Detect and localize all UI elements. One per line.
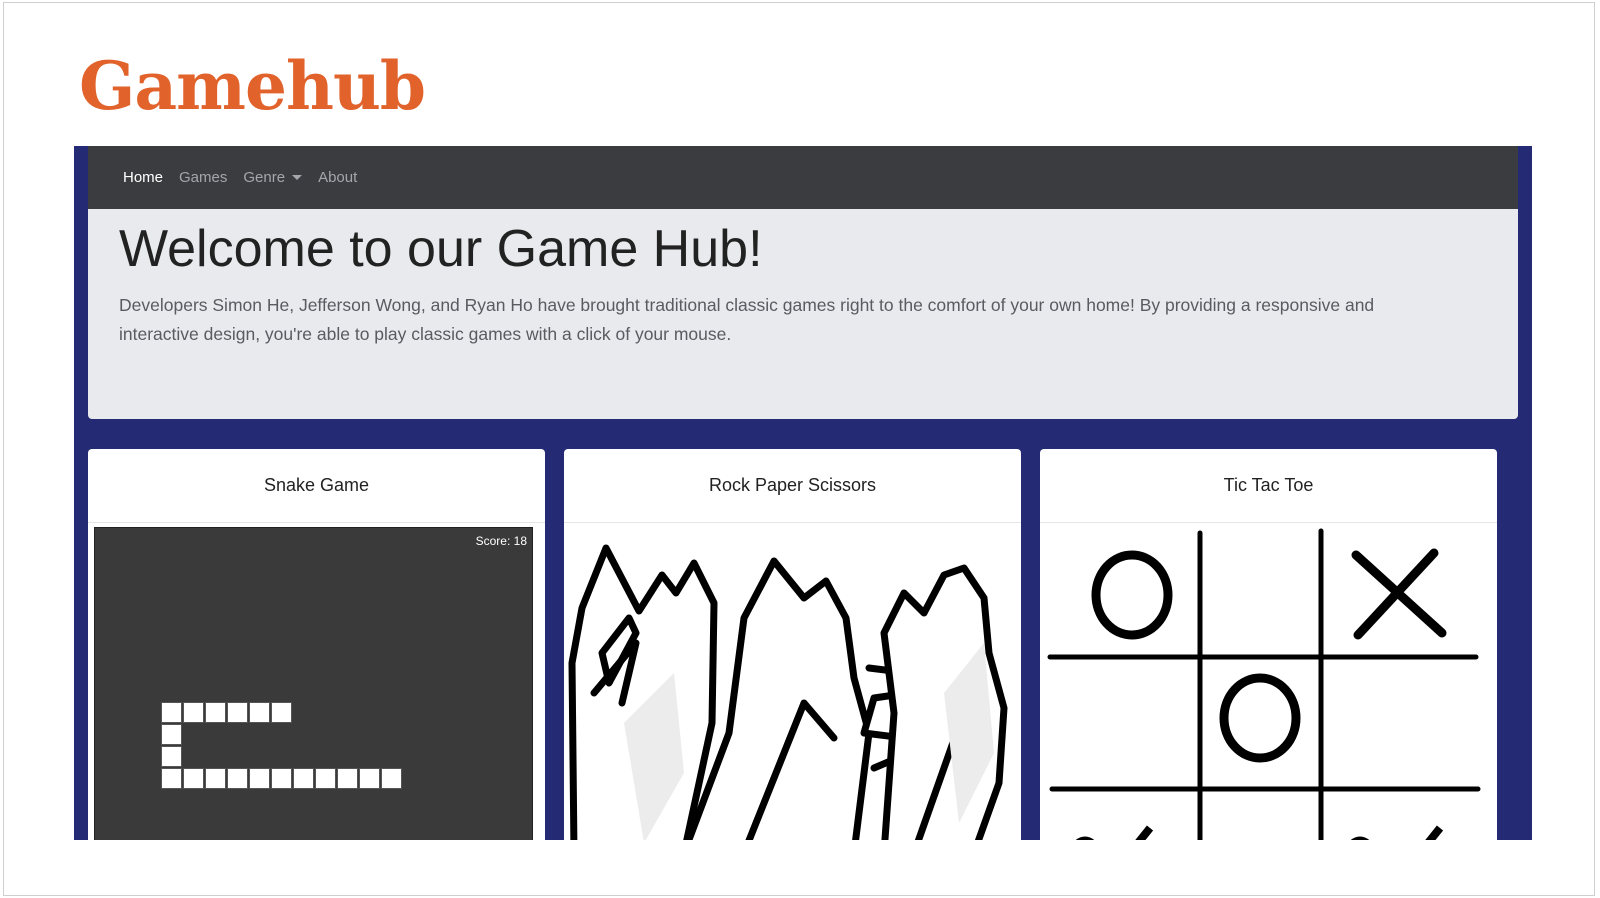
- snake-segment: [183, 702, 204, 723]
- nav-games[interactable]: Games: [179, 169, 227, 186]
- snake-segment: [381, 768, 402, 789]
- snake-segment: [205, 702, 226, 723]
- snake-segment: [227, 702, 248, 723]
- snake-segment: [205, 768, 226, 789]
- snake-segment: [161, 702, 182, 723]
- tic-tac-toe-board: [1047, 528, 1481, 840]
- snake-segment: [359, 768, 380, 789]
- snake-board: Score: 18: [94, 527, 533, 840]
- card-title: Rock Paper Scissors: [564, 449, 1021, 523]
- hero-description: Developers Simon He, Jefferson Wong, and…: [119, 295, 1375, 344]
- hero-title: Welcome to our Game Hub!: [119, 220, 763, 278]
- snake-segment: [161, 746, 182, 767]
- card-title: Snake Game: [88, 449, 545, 523]
- card-title: Tic Tac Toe: [1040, 449, 1497, 523]
- snake-segment: [161, 768, 182, 789]
- snake-segment: [293, 768, 314, 789]
- card-image: [564, 523, 1021, 840]
- hands-illustration: [568, 544, 1008, 840]
- snake-segment: [249, 768, 270, 789]
- snake-segment: [227, 768, 248, 789]
- hero-banner: Welcome to our Game Hub! Developers Simo…: [88, 209, 1518, 419]
- card-image: [1040, 523, 1497, 840]
- slide: Gamehub Home Games Genre About Welcome t…: [3, 2, 1595, 896]
- snake-segment: [249, 702, 270, 723]
- nav-genre-label: Genre: [243, 169, 286, 186]
- nav-genre-dropdown[interactable]: Genre: [243, 169, 303, 186]
- website-screenshot: Home Games Genre About Welcome to our Ga…: [74, 146, 1532, 840]
- nav-about[interactable]: About: [318, 169, 357, 186]
- caret-down-icon: [292, 175, 303, 180]
- brand-title: Gamehub: [79, 47, 426, 125]
- card-snake-game[interactable]: Snake Game Score: 18: [88, 449, 545, 840]
- nav-home[interactable]: Home: [123, 169, 163, 186]
- snake-segment: [271, 768, 292, 789]
- snake-segment: [161, 724, 182, 745]
- snake-segment: [183, 768, 204, 789]
- snake-segment: [271, 702, 292, 723]
- snake-segment: [315, 768, 336, 789]
- navbar: Home Games Genre About: [88, 146, 1518, 209]
- card-image: Score: 18: [88, 523, 545, 840]
- snake-segment: [337, 768, 358, 789]
- card-rock-paper-scissors[interactable]: Rock Paper Scissors: [564, 449, 1021, 840]
- card-tic-tac-toe[interactable]: Tic Tac Toe: [1040, 449, 1497, 840]
- score-display: Score: 18: [475, 534, 527, 548]
